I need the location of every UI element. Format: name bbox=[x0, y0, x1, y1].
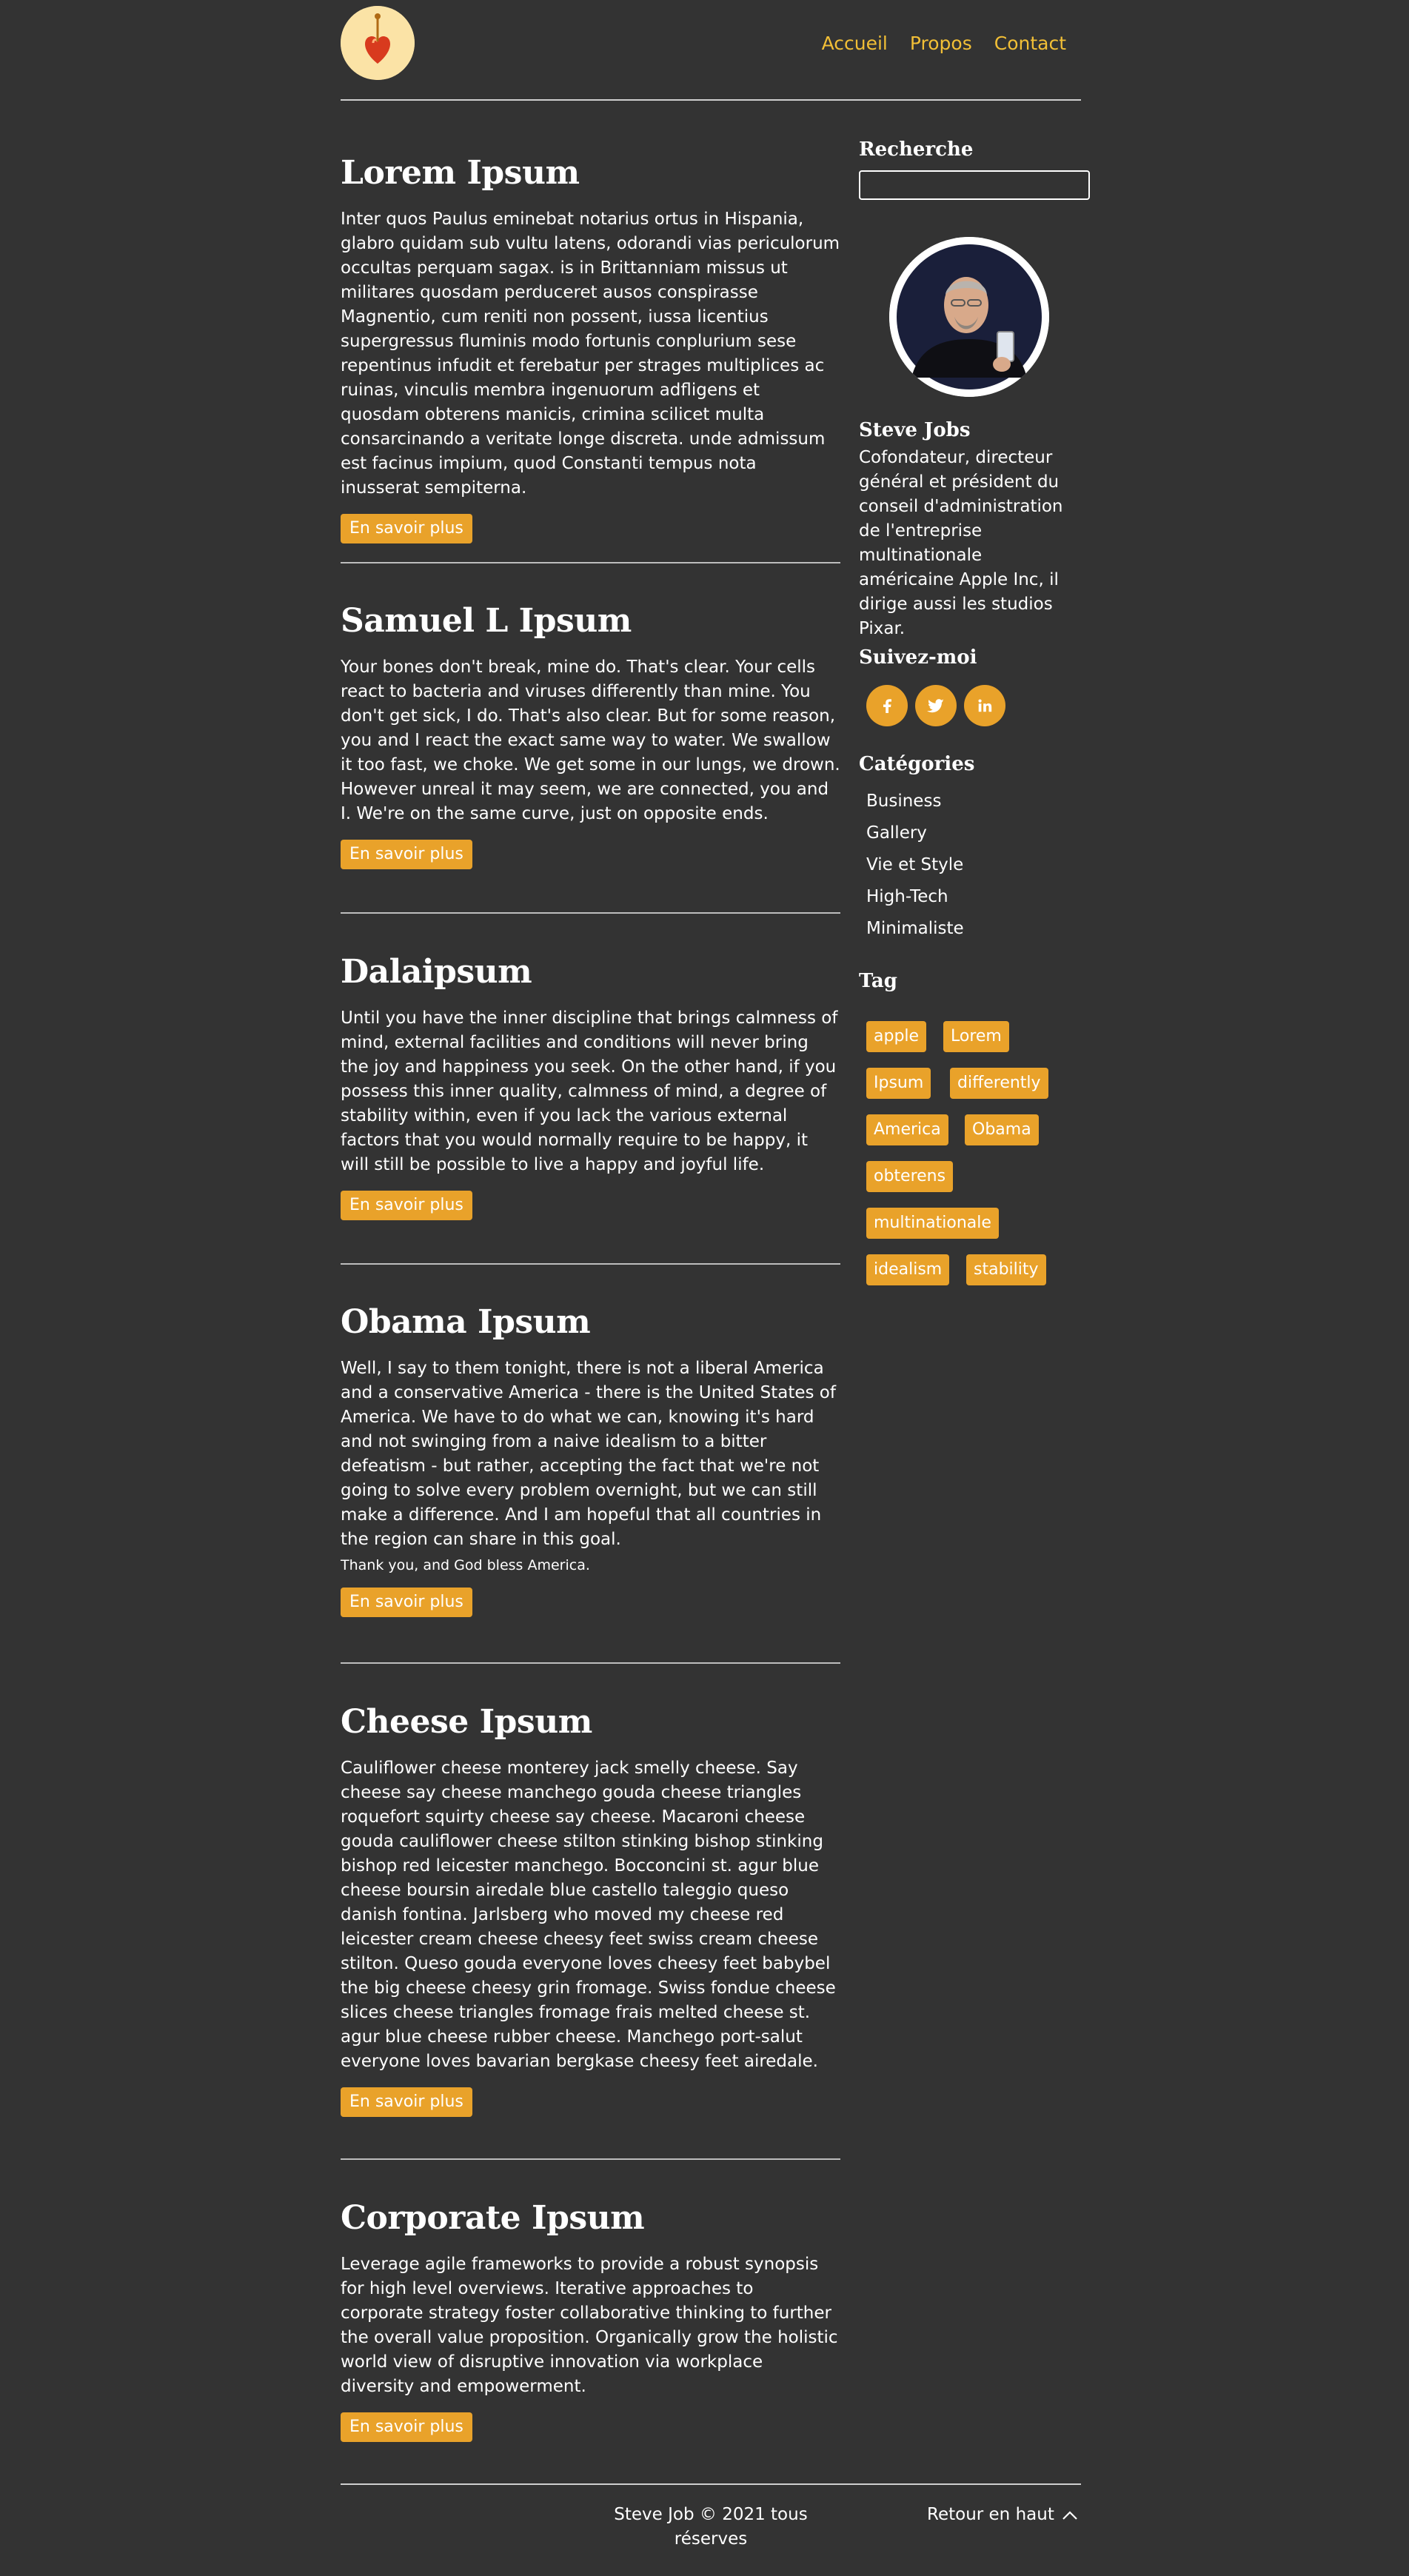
facebook-icon[interactable] bbox=[866, 685, 908, 726]
post-divider bbox=[341, 1263, 840, 1265]
tag-chip[interactable]: multinationale bbox=[866, 1208, 999, 1239]
category-item[interactable]: Vie et Style bbox=[866, 849, 1081, 881]
read-more-button[interactable]: En savoir plus bbox=[341, 1588, 472, 1617]
linkedin-icon[interactable] bbox=[964, 685, 1005, 726]
follow-heading: Suivez-moi bbox=[859, 646, 977, 669]
post-title[interactable]: Corporate Ipsum bbox=[341, 2198, 840, 2239]
tag-chip[interactable]: apple bbox=[866, 1021, 927, 1052]
category-item[interactable]: Gallery bbox=[866, 817, 1081, 849]
tag-chip[interactable]: Obama bbox=[965, 1114, 1039, 1145]
read-more-button[interactable]: En savoir plus bbox=[341, 840, 472, 869]
post-body: Until you have the inner discipline that… bbox=[341, 1008, 838, 1174]
footer-divider bbox=[341, 2483, 1081, 2485]
copyright-text: Steve Job © 2021 tous réserves bbox=[614, 2505, 808, 2549]
page: Accueil Propos Contact Lorem Ipsum Inter… bbox=[0, 0, 1409, 2576]
tag-chip[interactable]: differently bbox=[950, 1068, 1048, 1099]
read-more-button[interactable]: En savoir plus bbox=[341, 1191, 472, 1220]
nav-item-contact[interactable]: Contact bbox=[994, 33, 1066, 54]
tag-chip[interactable]: obterens bbox=[866, 1161, 954, 1192]
sidebar-search-section: Recherche bbox=[859, 137, 1081, 162]
author-portrait bbox=[889, 237, 1049, 397]
post-title[interactable]: Lorem Ipsum bbox=[341, 153, 840, 194]
post-5: Cheese Ipsum Cauliflower cheese monterey… bbox=[341, 1702, 840, 2117]
post-2: Samuel L Ipsum Your bones don't break, m… bbox=[341, 600, 840, 869]
tag-chip[interactable]: Ipsum bbox=[866, 1068, 931, 1099]
read-more-button[interactable]: En savoir plus bbox=[341, 2412, 472, 2442]
tag-chip[interactable]: America bbox=[866, 1114, 948, 1145]
heart-pin-icon bbox=[341, 6, 415, 80]
nav-item-propos[interactable]: Propos bbox=[910, 33, 972, 54]
category-item[interactable]: Minimaliste bbox=[866, 913, 1081, 945]
post-1: Lorem Ipsum Inter quos Paulus eminebat n… bbox=[341, 153, 840, 543]
post-title[interactable]: Cheese Ipsum bbox=[341, 1702, 840, 1743]
header-divider bbox=[341, 99, 1081, 101]
post-4: Obama Ipsum Well, I say to them tonight,… bbox=[341, 1302, 840, 1617]
nav-item-accueil[interactable]: Accueil bbox=[822, 33, 888, 54]
tag-chip[interactable]: Lorem bbox=[943, 1021, 1009, 1052]
post-3: Dalaipsum Until you have the inner disci… bbox=[341, 951, 840, 1220]
post-divider bbox=[341, 912, 840, 914]
category-item[interactable]: High-Tech bbox=[866, 881, 1081, 913]
tag-section: Tag bbox=[859, 968, 1081, 994]
author-section: Steve Jobs Cofondateur, directeur généra… bbox=[859, 418, 1081, 641]
author-bio: Cofondateur, directeur général et présid… bbox=[859, 448, 1063, 638]
post-body: Inter quos Paulus eminebat notarius ortu… bbox=[341, 210, 840, 498]
tag-chip[interactable]: stability bbox=[966, 1254, 1046, 1285]
social-section: Suivez-moi bbox=[859, 645, 1081, 726]
post-closing: Thank you, and God bless America. bbox=[341, 1557, 590, 1573]
main-nav: Accueil Propos Contact bbox=[822, 33, 1066, 54]
post-6: Corporate Ipsum Leverage agile framework… bbox=[341, 2198, 840, 2442]
back-to-top-label: Retour en haut bbox=[927, 2505, 1054, 2524]
post-title[interactable]: Samuel L Ipsum bbox=[341, 600, 840, 642]
post-title[interactable]: Dalaipsum bbox=[341, 951, 840, 993]
avatar bbox=[889, 237, 1049, 397]
categories-list: Business Gallery Vie et Style High-Tech … bbox=[859, 786, 1081, 945]
back-to-top-link[interactable]: Retour en haut bbox=[927, 2503, 1078, 2527]
twitter-icon[interactable] bbox=[915, 685, 957, 726]
post-body: Well, I say to them tonight, there is no… bbox=[341, 1359, 836, 1549]
post-divider bbox=[341, 2158, 840, 2160]
post-body: Cauliflower cheese monterey jack smelly … bbox=[341, 1759, 836, 2071]
chevron-up-icon bbox=[1062, 2510, 1077, 2520]
site-logo[interactable] bbox=[341, 6, 415, 80]
categories-section: Catégories Business Gallery Vie et Style… bbox=[859, 752, 1081, 945]
social-links bbox=[866, 685, 1081, 726]
post-title[interactable]: Obama Ipsum bbox=[341, 1302, 840, 1343]
tag-chip[interactable]: idealism bbox=[866, 1254, 950, 1285]
post-divider bbox=[341, 562, 840, 563]
category-item[interactable]: Business bbox=[866, 786, 1081, 817]
post-body: Leverage agile frameworks to provide a r… bbox=[341, 2255, 838, 2396]
post-body: Your bones don't break, mine do. That's … bbox=[341, 658, 840, 823]
search-heading: Recherche bbox=[859, 138, 974, 161]
read-more-button[interactable]: En savoir plus bbox=[341, 2087, 472, 2117]
categories-heading: Catégories bbox=[859, 753, 975, 775]
read-more-button[interactable]: En savoir plus bbox=[341, 514, 472, 543]
tag-heading: Tag bbox=[859, 970, 897, 992]
search-input[interactable] bbox=[859, 170, 1090, 200]
post-divider bbox=[341, 1662, 840, 1664]
author-name: Steve Jobs bbox=[859, 419, 971, 441]
